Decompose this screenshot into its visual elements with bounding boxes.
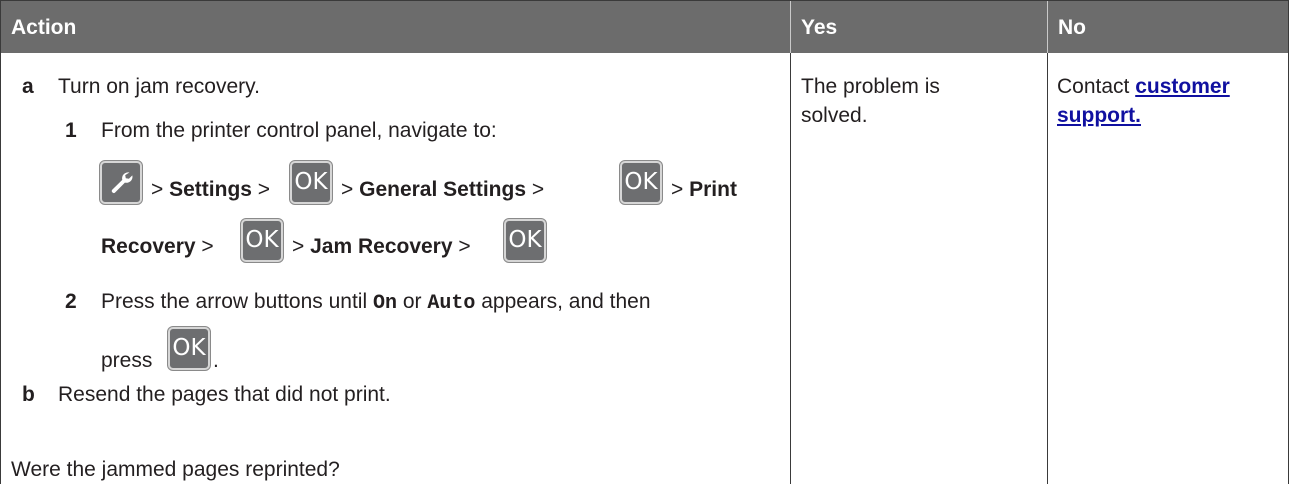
path-separator: > (151, 178, 164, 201)
substep-2-text: Press the arrow buttons until On or Auto… (101, 290, 651, 315)
path-separator: > (531, 178, 545, 201)
substep-2-number: 2 (65, 290, 77, 313)
path-separator: > (458, 235, 471, 258)
period: . (213, 349, 219, 372)
path-separator: > (201, 235, 214, 258)
path-print: Print (689, 178, 737, 201)
step-b-label: b (22, 383, 35, 406)
path-jam-recovery: Jam Recovery (310, 235, 453, 258)
header-yes: Yes (801, 16, 838, 39)
path-settings: Settings (169, 178, 252, 201)
path-separator: > (257, 178, 271, 201)
press-text: press (101, 349, 153, 372)
header-no: No (1058, 16, 1086, 39)
column-divider (790, 53, 791, 484)
wrench-icon (111, 172, 133, 193)
ok-button: OK (290, 161, 332, 204)
no-text-prefix: Contact (1057, 75, 1130, 98)
yes-text-line2: solved. (801, 104, 868, 127)
customer-support-link[interactable]: support. (1057, 104, 1141, 127)
action-cell: a Turn on jam recovery. 1 From the print… (1, 53, 790, 485)
substep-1-text: From the printer control panel, navigate… (101, 119, 497, 142)
path-separator: > (292, 235, 305, 258)
header-divider (790, 1, 791, 53)
header-action: Action (11, 16, 77, 39)
path-separator: > (341, 178, 354, 201)
step-b-text: Resend the pages that did not print. (58, 383, 391, 406)
option-auto: Auto (427, 292, 476, 315)
question-text: Were the jammed pages reprinted? (11, 458, 340, 481)
path-general-settings: General Settings (359, 178, 526, 201)
path-recovery: Recovery (101, 235, 196, 258)
column-divider (1047, 53, 1048, 484)
ok-button: OK (620, 161, 662, 204)
table-header: Action Yes No (1, 1, 1288, 53)
ok-button: OK (504, 219, 546, 262)
option-on: On (372, 292, 397, 315)
substep-1-number: 1 (65, 119, 77, 142)
settings-button (100, 161, 142, 204)
step-a-label: a (22, 75, 34, 98)
step-a-text: Turn on jam recovery. (58, 75, 260, 98)
yes-text-line1: The problem is (801, 75, 940, 98)
path-separator: > (671, 178, 684, 201)
header-divider (1047, 1, 1048, 53)
customer-support-link[interactable]: customer (1135, 75, 1230, 98)
ok-button: OK (168, 327, 210, 370)
ok-button: OK (241, 219, 283, 262)
troubleshooting-table: Action Yes No a Turn on jam recovery. 1 … (0, 0, 1289, 484)
